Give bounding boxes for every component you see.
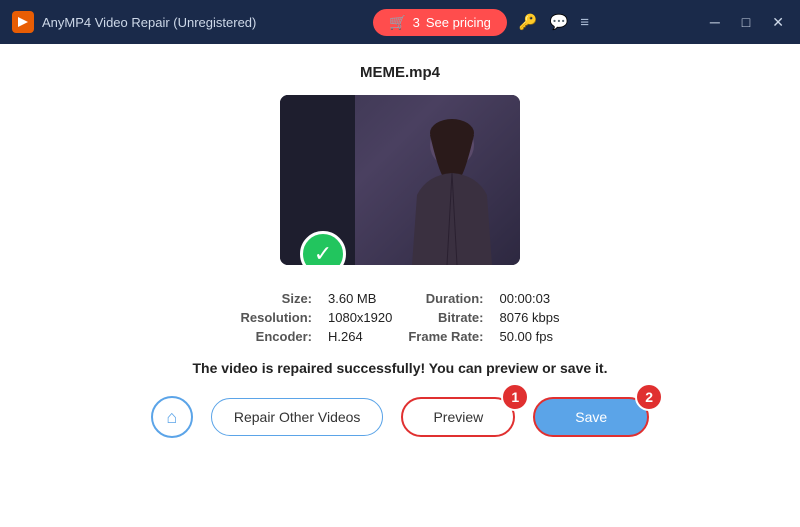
app-logo xyxy=(12,11,34,33)
encoder-value: H.264 xyxy=(328,329,392,344)
save-label: Save xyxy=(575,409,607,425)
duration-value: 00:00:03 xyxy=(499,291,559,306)
title-bar-left: AnyMP4 Video Repair (Unregistered) xyxy=(12,11,256,33)
encoder-label: Encoder: xyxy=(241,329,313,344)
framerate-value: 50.00 fps xyxy=(499,329,559,344)
home-button[interactable]: ⌂ xyxy=(151,396,193,438)
repair-other-label: Repair Other Videos xyxy=(234,409,361,425)
size-label: Size: xyxy=(241,291,313,306)
duration-label: Duration: xyxy=(408,291,483,306)
save-button[interactable]: Save xyxy=(533,397,649,437)
repair-other-button[interactable]: Repair Other Videos xyxy=(211,398,384,436)
preview-badge: 1 xyxy=(501,383,529,411)
framerate-label: Frame Rate: xyxy=(408,329,483,344)
resolution-value: 1080x1920 xyxy=(328,310,392,325)
pricing-label: See pricing xyxy=(426,15,491,30)
person-silhouette xyxy=(387,105,517,265)
success-message-text: The video is repaired successfully! You … xyxy=(193,360,608,376)
pricing-button[interactable]: 🛒 3 See pricing xyxy=(373,9,507,36)
file-info: Size: 3.60 MB Duration: 00:00:03 Resolut… xyxy=(241,291,560,344)
bitrate-label: Bitrate: xyxy=(408,310,483,325)
title-bar: AnyMP4 Video Repair (Unregistered) 🛒 3 S… xyxy=(0,0,800,44)
home-icon: ⌂ xyxy=(166,407,177,428)
cart-icon: 🛒 xyxy=(389,14,406,31)
success-message: The video is repaired successfully! You … xyxy=(193,360,608,376)
title-bar-center: 🛒 3 See pricing 🔑 💬 ≡ xyxy=(373,9,589,36)
close-button[interactable]: ✕ xyxy=(768,12,788,33)
pricing-badge: 3 xyxy=(413,15,420,30)
badge-2-text: 2 xyxy=(645,389,653,405)
minimize-button[interactable]: ─ xyxy=(706,12,724,32)
resolution-label: Resolution: xyxy=(241,310,313,325)
menu-icon[interactable]: ≡ xyxy=(580,14,589,31)
main-content: MEME.mp4 ✓ Size: 3.60 MB Duration: 00:00… xyxy=(0,44,800,527)
app-title: AnyMP4 Video Repair (Unregistered) xyxy=(42,15,256,30)
preview-button[interactable]: Preview xyxy=(401,397,515,437)
key-icon[interactable]: 🔑 xyxy=(519,13,538,31)
save-button-wrap: Save 2 xyxy=(533,397,649,437)
title-bar-right: ─ □ ✕ xyxy=(706,12,788,33)
preview-label: Preview xyxy=(433,409,483,425)
video-preview: ✓ xyxy=(280,95,520,265)
badge-1-text: 1 xyxy=(511,389,519,405)
maximize-button[interactable]: □ xyxy=(738,12,754,32)
size-value: 3.60 MB xyxy=(328,291,392,306)
chat-icon[interactable]: 💬 xyxy=(550,13,569,31)
save-badge: 2 xyxy=(635,383,663,411)
file-name: MEME.mp4 xyxy=(360,64,440,81)
preview-button-wrap: Preview 1 xyxy=(401,397,515,437)
action-bar: ⌂ Repair Other Videos Preview 1 Save 2 xyxy=(0,396,800,438)
bitrate-value: 8076 kbps xyxy=(499,310,559,325)
check-icon: ✓ xyxy=(314,243,332,265)
